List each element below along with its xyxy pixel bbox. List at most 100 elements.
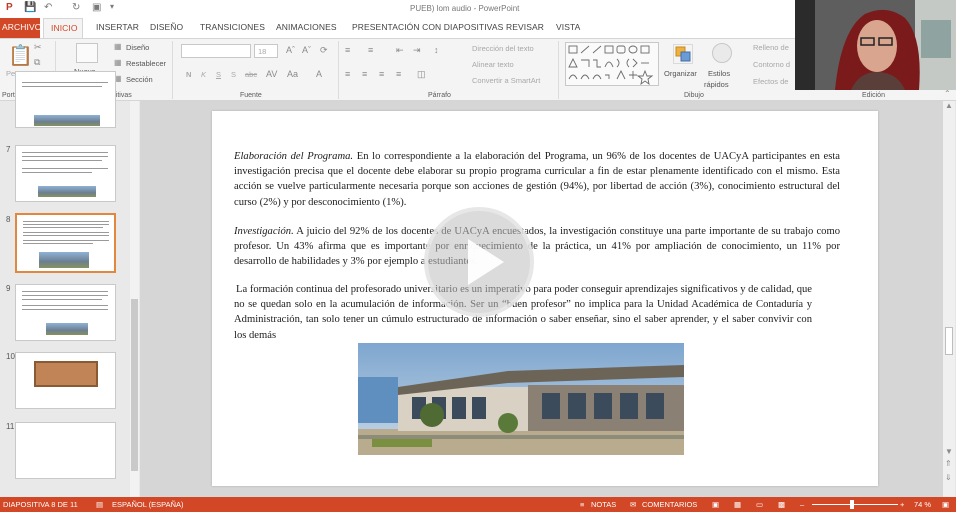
next-slide-icon[interactable]: ⇓ xyxy=(945,473,952,482)
status-bar: DIAPOSITIVA 8 DE 11 ▤ ESPAÑOL (ESPAÑA) ≡… xyxy=(0,497,956,512)
scrollbar-thumb[interactable] xyxy=(131,299,138,471)
shape-effects-button[interactable]: Efectos de xyxy=(753,77,788,86)
scrollbar-thumb[interactable] xyxy=(945,327,953,355)
paragraph-programa[interactable]: Elaboración del Programa. En lo correspo… xyxy=(234,149,840,210)
scroll-up-icon[interactable]: ▲ xyxy=(945,101,953,110)
editor-scrollbar[interactable]: ▲ ▼ ⇑ ⇓ xyxy=(943,101,955,497)
cut-icon[interactable]: ✂ xyxy=(34,42,42,53)
clear-format-icon[interactable]: ⟳ xyxy=(320,45,328,56)
copy-icon[interactable]: ⧉ xyxy=(34,57,40,68)
increase-indent-icon[interactable]: ⇥ xyxy=(413,45,421,56)
quick-styles-icon[interactable] xyxy=(712,43,732,63)
numbering-icon[interactable]: ≡ xyxy=(368,45,373,55)
thumb-text-line xyxy=(22,305,108,306)
zoom-in-icon[interactable]: + xyxy=(900,500,904,509)
bullets-icon[interactable]: ≡ xyxy=(345,45,350,55)
tab-revisar[interactable]: REVISAR xyxy=(506,22,544,32)
align-left-icon[interactable]: ≡ xyxy=(345,69,350,79)
grow-font-icon[interactable]: Aˆ xyxy=(286,45,295,55)
slide-thumbnail[interactable] xyxy=(15,71,116,128)
undo-icon[interactable]: ↶ xyxy=(44,2,52,13)
thumb-text-line xyxy=(22,156,108,157)
previous-slide-icon[interactable]: ⇑ xyxy=(945,459,952,468)
font-color-icon[interactable]: A xyxy=(316,69,322,79)
collapse-ribbon-icon[interactable]: ⌃ xyxy=(944,89,951,98)
zoom-out-icon[interactable]: – xyxy=(800,500,804,509)
new-slide-icon[interactable] xyxy=(76,43,98,63)
slideshow-icon[interactable]: ▩ xyxy=(778,500,785,509)
comments-icon[interactable]: ✉ xyxy=(630,500,636,509)
underline-button[interactable]: S xyxy=(216,70,221,79)
font-size-select[interactable]: 18 xyxy=(254,44,278,58)
italic-button[interactable]: K xyxy=(201,70,206,79)
slide-thumbnail-selected[interactable] xyxy=(15,213,116,273)
line-spacing-icon[interactable]: ↕ xyxy=(434,45,439,55)
shapes-gallery[interactable] xyxy=(565,42,659,86)
align-text-button[interactable]: Alinear texto xyxy=(472,60,514,69)
comments-button[interactable]: COMENTARIOS xyxy=(642,500,697,509)
tab-animaciones[interactable]: ANIMACIONES xyxy=(276,22,337,32)
decrease-indent-icon[interactable]: ⇤ xyxy=(396,45,404,56)
shrink-font-icon[interactable]: Aˇ xyxy=(302,45,311,55)
paragraph-investigacion[interactable]: Investigación. A juicio del 92% de los d… xyxy=(234,224,840,270)
arrange-shapes-icon xyxy=(675,46,691,62)
language-label[interactable]: ESPAÑOL (ESPAÑA) xyxy=(112,500,184,509)
notes-icon[interactable]: ≡ xyxy=(580,500,584,509)
fit-slide-icon[interactable]: ▣ xyxy=(942,500,949,509)
strikethrough-button[interactable]: abc xyxy=(245,70,257,79)
slide-sorter-icon[interactable]: ▦ xyxy=(734,500,741,509)
shape-outline-button[interactable]: Contorno d xyxy=(753,60,790,69)
zoom-slider[interactable] xyxy=(812,500,898,509)
thumbnail-scrollbar[interactable] xyxy=(130,101,139,497)
reset-button[interactable]: Restablecer xyxy=(126,59,166,68)
shape-fill-button[interactable]: Relleno de xyxy=(753,43,789,52)
bold-button[interactable]: N xyxy=(186,70,191,79)
tab-presentacion[interactable]: PRESENTACIÓN CON DIAPOSITIVAS xyxy=(352,22,503,32)
start-presentation-icon[interactable]: ▣ xyxy=(92,2,101,13)
zoom-level[interactable]: 74 % xyxy=(914,500,931,509)
thumb-text-line xyxy=(23,243,93,244)
font-family-select[interactable] xyxy=(181,44,251,58)
video-play-button[interactable] xyxy=(424,207,534,317)
paste-icon[interactable]: 📋 xyxy=(8,43,33,68)
slide-thumbnail[interactable] xyxy=(15,422,116,479)
convert-smartart-button[interactable]: Convertir a SmartArt xyxy=(472,76,540,85)
zoom-slider-thumb[interactable] xyxy=(850,500,854,509)
shadow-button[interactable]: S xyxy=(231,70,236,79)
redo-icon[interactable]: ↻ xyxy=(72,2,80,13)
scroll-down-icon[interactable]: ▼ xyxy=(945,447,953,456)
reading-view-icon[interactable]: ▭ xyxy=(756,500,763,509)
spellcheck-icon[interactable]: ▤ xyxy=(96,500,103,509)
justify-icon[interactable]: ≡ xyxy=(396,69,401,79)
layout-icon[interactable]: ▦ xyxy=(114,42,122,51)
tab-transiciones[interactable]: TRANSICIONES xyxy=(200,22,265,32)
tab-inicio[interactable]: INICIO xyxy=(43,18,83,39)
quick-styles-label-2[interactable]: rápidos xyxy=(704,80,729,89)
slide-thumbnail[interactable] xyxy=(15,352,116,409)
char-spacing-icon[interactable]: AV xyxy=(266,69,277,79)
customize-toolbar-icon[interactable]: ▾ xyxy=(110,2,114,11)
layout-button[interactable]: Diseño xyxy=(126,43,149,52)
align-center-icon[interactable]: ≡ xyxy=(362,69,367,79)
save-icon[interactable]: 💾 xyxy=(24,2,36,13)
normal-view-icon[interactable]: ▣ xyxy=(712,500,719,509)
webcam-image xyxy=(795,0,956,90)
tab-diseno[interactable]: DISEÑO xyxy=(150,22,183,32)
reset-icon[interactable]: ▦ xyxy=(114,58,122,67)
slide-canvas[interactable]: Elaboración del Programa. En lo correspo… xyxy=(212,111,878,486)
section-button[interactable]: Sección xyxy=(126,75,153,84)
building-photo[interactable] xyxy=(358,343,684,455)
slide-thumbnail[interactable] xyxy=(15,284,116,341)
tab-insertar[interactable]: INSERTAR xyxy=(96,22,139,32)
tab-archivo[interactable]: ARCHIVO xyxy=(0,18,41,38)
tab-vista[interactable]: VISTA xyxy=(556,22,580,32)
quick-styles-label-1[interactable]: Estilos xyxy=(708,69,730,78)
text-direction-button[interactable]: Dirección del texto xyxy=(472,44,534,53)
change-case-icon[interactable]: Aa xyxy=(287,69,298,79)
arrange-button[interactable]: Organizar xyxy=(664,69,697,78)
slide-thumbnail[interactable] xyxy=(15,145,116,202)
align-right-icon[interactable]: ≡ xyxy=(379,69,384,79)
columns-icon[interactable]: ◫ xyxy=(417,69,426,80)
arrange-icon[interactable] xyxy=(673,44,693,64)
notes-button[interactable]: NOTAS xyxy=(591,500,616,509)
